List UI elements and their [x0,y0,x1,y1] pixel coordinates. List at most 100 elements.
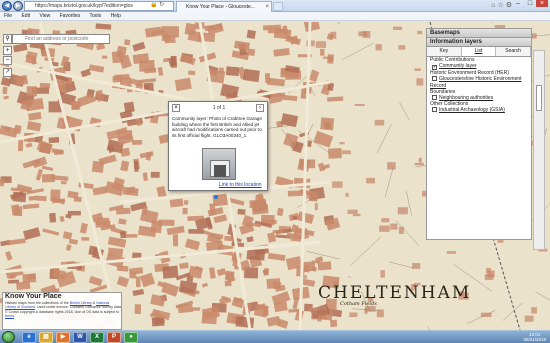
chrome-taskbar-icon[interactable]: ● [124,332,138,343]
map-scrollbar[interactable] [533,50,545,250]
menu-bar: File Edit View Favorites Tools Help [0,12,550,21]
building-block [17,139,24,152]
building-block [398,226,404,234]
building-block [172,234,179,247]
menu-favorites[interactable]: Favorites [60,13,81,19]
building-block [317,314,322,322]
media-taskbar-icon[interactable]: ▶ [56,332,70,343]
attribution-link[interactable]: British Library [70,301,92,305]
window-controls[interactable]: – □ × [512,0,548,7]
layer-label: Industrial Archaeology (GSIA) [439,107,505,114]
layer-label: Record [430,82,447,89]
layer-checkbox[interactable] [432,107,437,113]
layer-checkbox[interactable] [432,76,437,82]
building-block [71,103,80,110]
tab-list[interactable]: List [461,47,497,56]
building-block [446,251,457,254]
building-block [387,162,396,170]
building-block [320,48,325,56]
building-block [101,55,108,59]
building-block [132,139,143,145]
home-icon[interactable]: ⌂ [491,2,495,9]
building-block [162,265,179,279]
start-button[interactable] [2,331,15,343]
building-block [352,213,361,217]
building-block [13,206,23,216]
menu-help[interactable]: Help [111,13,121,19]
menu-view[interactable]: View [39,13,50,19]
building-block [49,212,57,223]
layer-item[interactable]: ✓ Community layer [427,63,531,71]
forward-button[interactable]: ▶ [13,1,23,11]
info-popup: × 1 of 1 › Community layer: Photo of Cra… [168,101,268,191]
menu-file[interactable]: File [4,13,12,19]
close-tab-icon[interactable]: × [265,2,269,12]
taskbar: e ▤ ▶ W X P ● 12:01 06/01/2018 [0,330,550,343]
location-link[interactable]: Link to this location [219,182,262,188]
menu-tools[interactable]: Tools [89,13,101,19]
word-taskbar-icon[interactable]: W [73,332,87,343]
attribution-link[interactable]: terms [5,314,14,318]
building-block [163,58,169,63]
back-button[interactable]: ◀ [2,1,12,11]
building-block [123,101,135,113]
excel-taskbar-icon[interactable]: X [90,332,104,343]
browser-tab[interactable]: Know Your Place - Glouceste... × [176,1,272,12]
building-block [273,301,288,313]
building-block [112,75,122,83]
building-block [126,186,136,194]
building-block [375,44,382,51]
system-tray[interactable]: 12:01 06/01/2018 [523,332,546,342]
search-input[interactable]: Find an address or postcode [12,34,110,44]
layer-checkbox[interactable] [432,95,437,101]
building-block [169,198,184,208]
maximize-icon[interactable]: □ [524,0,536,7]
building-block [345,192,349,197]
layer-item[interactable]: Industrial Archaeology (GSIA) [427,107,531,113]
close-window-icon[interactable]: × [536,0,548,7]
tab-key[interactable]: Key [427,47,462,56]
zoom-out-button[interactable]: − [3,56,12,65]
building-block [177,303,193,314]
next-record-button[interactable]: › [256,104,264,112]
building-block [273,282,282,289]
building-block [188,70,196,76]
measure-icon[interactable]: ↗ [3,68,12,77]
info-layers-header[interactable]: Information layers [427,38,531,47]
building-block [364,308,368,314]
building-block [246,248,266,261]
building-block [242,68,260,83]
explorer-taskbar-icon[interactable]: ▤ [39,332,53,343]
building-block [398,45,406,50]
toolbar-icons[interactable]: ⌂ ☆ ⚙ [491,1,512,9]
building-block [393,26,403,30]
building-block [135,276,141,288]
popup-count: 1 of 1 [212,105,226,111]
new-tab-button[interactable] [273,2,283,11]
attribution-text: Historic maps from the collections of th… [5,301,70,305]
building-block [358,31,368,37]
tab-title: Know Your Place - Glouceste... [186,4,255,10]
minimize-icon[interactable]: – [512,0,524,7]
powerpoint-taskbar-icon[interactable]: P [107,332,121,343]
building-block [225,66,240,77]
search-icon[interactable]: ⚲ [3,34,12,44]
favorites-icon[interactable]: ☆ [497,2,503,9]
layer-label: Public Contributions [430,57,475,63]
building-block [342,150,351,155]
basemaps-header[interactable]: Basemaps [427,29,531,38]
building-block [28,195,37,201]
building-block [380,270,385,278]
building-block [12,191,27,203]
photo-thumbnail[interactable] [202,148,236,180]
zoom-in-button[interactable]: + [3,46,12,55]
scroll-thumb[interactable] [536,85,542,111]
menu-edit[interactable]: Edit [21,13,30,19]
building-block [329,319,338,328]
browser-window: ◀ ▶ https://maps.bristol.gov.uk/kyp/?edi… [0,0,550,343]
tab-search[interactable]: Search [496,47,532,56]
building-block [414,162,424,166]
building-block [41,173,55,183]
address-icons[interactable]: 🔒 ↻ [150,1,164,8]
ie-taskbar-icon[interactable]: e [22,332,36,343]
